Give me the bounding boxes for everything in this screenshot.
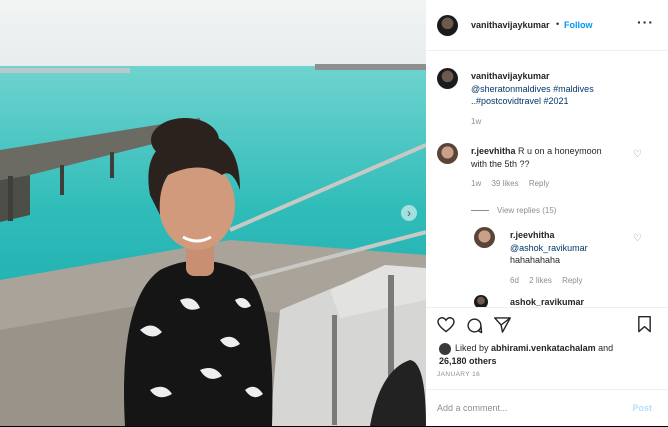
post-username[interactable]: vanithavijaykumar: [471, 20, 550, 30]
follow-button[interactable]: Follow: [564, 20, 593, 30]
avatar[interactable]: [437, 143, 458, 164]
post-button[interactable]: Post: [632, 403, 652, 413]
others-count[interactable]: 26,180 others: [439, 356, 497, 366]
comment-meta: 1w 39 likes Reply: [471, 178, 631, 191]
comment-text: R u on a honeymoon: [518, 146, 602, 156]
bookmark-icon[interactable]: [637, 316, 652, 333]
divider-line: [471, 209, 489, 211]
heart-icon[interactable]: [437, 317, 455, 333]
caption-username[interactable]: vanithavijaykumar: [471, 70, 661, 83]
avatar[interactable]: [474, 227, 495, 248]
post-photo: ›: [0, 0, 426, 426]
reply-button[interactable]: Reply: [529, 179, 549, 188]
post-actions: Liked by abhirami.venkatachalam and 26,1…: [426, 307, 668, 398]
reply-likes[interactable]: 2 likes: [529, 276, 552, 285]
reply-meta: 6d 2 likes Reply: [510, 275, 630, 288]
avatar[interactable]: [437, 68, 458, 89]
comment-icon[interactable]: [466, 317, 483, 334]
photo-scene: [0, 0, 426, 426]
caption-line-1[interactable]: @sheratonmaldives #maldives: [471, 83, 661, 96]
share-icon[interactable]: [494, 317, 511, 333]
next-image-button[interactable]: ›: [401, 205, 417, 221]
post-date: JANUARY 16: [437, 371, 481, 378]
avatar[interactable]: [437, 15, 458, 36]
reply-text: hahahahaha: [510, 255, 561, 265]
view-replies-label: View replies (15): [497, 205, 557, 215]
comment-username[interactable]: r.jeevhitha: [471, 146, 516, 156]
comments-list[interactable]: vanithavijaykumar @sheratonmaldives #mal…: [426, 51, 668, 307]
comment-text: with the 5th ??: [471, 158, 530, 169]
reply-button[interactable]: Reply: [562, 276, 582, 285]
comment-input[interactable]: Add a comment...: [437, 403, 508, 413]
reply-username[interactable]: ashok_ravikumar: [510, 297, 584, 307]
reply-mention[interactable]: @ashok_ravikumar: [510, 242, 630, 255]
separator-dot: •: [556, 19, 560, 29]
comment-likes[interactable]: 39 likes: [491, 179, 518, 188]
view-replies-button[interactable]: View replies (15): [471, 205, 631, 218]
reply-age: 6d: [510, 275, 519, 285]
heart-icon[interactable]: ♡: [633, 233, 642, 244]
caption-line-2[interactable]: ..#postcovidtravel #2021: [471, 95, 661, 108]
liked-by: Liked by abhirami.venkatachalam and 26,1…: [439, 342, 659, 368]
add-comment-bar: Add a comment... Post: [426, 389, 668, 427]
liked-by-label: Liked by: [455, 343, 489, 353]
reply-username[interactable]: r.jeevhitha: [510, 229, 630, 242]
more-options-icon[interactable]: ···: [637, 14, 654, 30]
and-label: and: [598, 343, 614, 353]
comment-age: 1w: [471, 179, 482, 188]
post-header: vanithavijaykumar • Follow ···: [426, 0, 668, 51]
heart-icon[interactable]: ♡: [633, 149, 642, 160]
liker-username[interactable]: abhirami.venkatachalam: [491, 343, 596, 353]
avatar[interactable]: [474, 295, 488, 307]
avatar[interactable]: [439, 342, 451, 355]
post-panel: vanithavijaykumar • Follow ··· vanithavi…: [426, 0, 668, 426]
caption-age: 1w: [471, 116, 482, 126]
